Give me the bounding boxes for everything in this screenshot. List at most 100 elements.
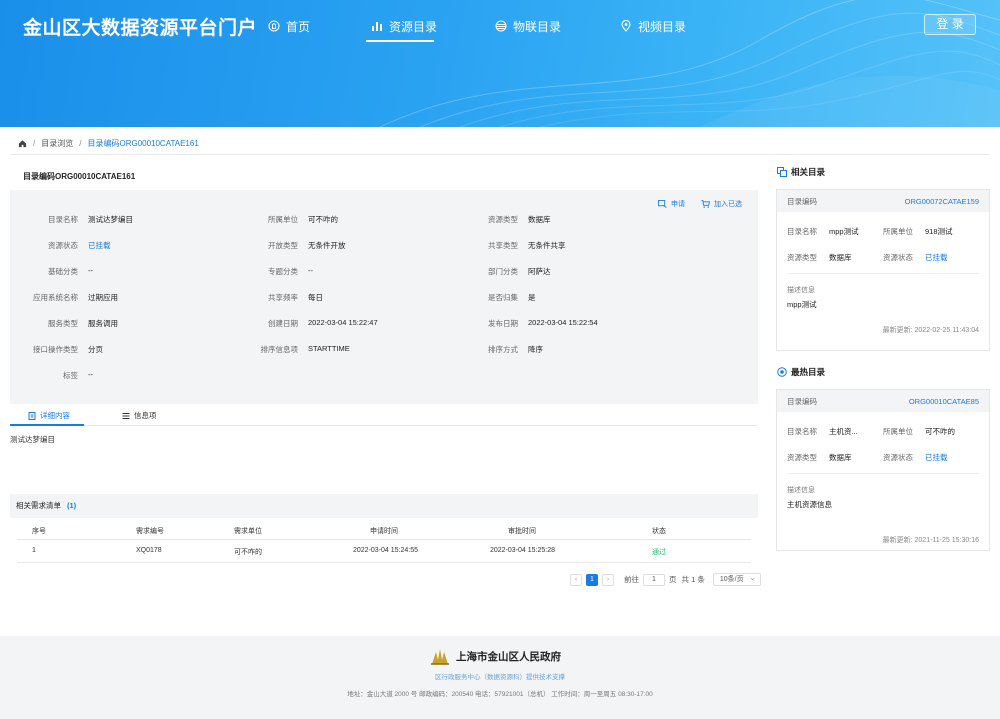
hot-catalog-title: 最热目录 — [777, 366, 825, 378]
column-header: 序号 — [32, 528, 46, 535]
breadcrumb-current: 目录编码ORG00010CATAE161 — [87, 139, 199, 148]
demand-table-header: 序号 需求编号 需求单位 申请时间 审批时间 状态 — [17, 520, 751, 540]
nav-resource-catalog[interactable]: 资源目录 — [371, 16, 437, 36]
header-banner: 金山区大数据资源平台门户 首页 资源目录 物联目录 视频目录 登 录 — [0, 0, 1000, 127]
field-value: 已挂载 — [925, 453, 948, 462]
field-label: 共享频率 — [268, 293, 298, 302]
footer-logo-row: 上海市金山区人民政府 — [430, 646, 561, 666]
page-size-select[interactable]: 10条/页 — [712, 572, 761, 586]
nav-home[interactable]: 首页 — [268, 16, 310, 36]
list-icon — [122, 412, 130, 419]
table-row[interactable]: 1 XQ0178 可不咋的 2022-03-04 15:24:55 2022-0… — [17, 541, 751, 563]
field-value: 2022-03-04 15:22:54 — [528, 318, 598, 327]
field-topic-category: 专题分类 -- — [240, 266, 313, 277]
field-label: 排序方式 — [488, 345, 518, 354]
field-label: 发布日期 — [488, 319, 518, 328]
field-value: 服务调用 — [88, 319, 118, 328]
nav-resource-label: 资源目录 — [389, 19, 438, 34]
field-sort-item: 排序信息项 STARTTIME — [240, 344, 350, 355]
field-created-date: 创建日期 2022-03-04 15:22:47 — [240, 318, 378, 329]
updated-time: 最新更新: 2021-11-25 15:30:16 — [882, 537, 979, 544]
field-label: 资源状态 — [48, 241, 78, 250]
column-header: 需求单位 — [234, 528, 262, 535]
field-label: 共享类型 — [488, 241, 518, 250]
card-field: 所属单位 可不咋的 — [883, 426, 955, 437]
catalog-code-link[interactable]: ORG00072CATAE159 — [905, 197, 979, 206]
card-field: 所属单位 918测试 — [883, 226, 953, 237]
tab-detail-label: 详细内容 — [40, 411, 70, 420]
card-field: 目录名称 mpp测试 — [787, 226, 859, 237]
apply-button[interactable]: 申请 — [658, 199, 685, 209]
field-label: 目录名称 — [48, 215, 78, 224]
nav-video-label: 视频目录 — [638, 19, 687, 34]
site-title: 金山区大数据资源平台门户 — [23, 18, 258, 39]
desc-value: mpp测试 — [787, 300, 817, 309]
nav-iot-catalog[interactable]: 物联目录 — [495, 16, 561, 36]
field-dept-category: 部门分类 阿萨达 — [460, 266, 551, 277]
field-label: 标签 — [63, 371, 78, 380]
field-sort-order: 排序方式 降序 — [460, 344, 543, 355]
code-label: 目录编码 — [787, 396, 817, 406]
tab-info-items[interactable]: 信息项 — [122, 410, 157, 421]
cell-demand-id: XQ0178 — [136, 547, 162, 554]
prev-page-button[interactable]: ‹ — [570, 573, 582, 586]
field-operation-type: 接口操作类型 分页 — [20, 344, 103, 355]
field-label: 专题分类 — [268, 267, 298, 276]
card-divider — [787, 473, 979, 474]
catalog-code-link[interactable]: ORG00010CATAE85 — [909, 397, 979, 406]
breadcrumb: / 目录浏览 / 目录编码ORG00010CATAE161 — [18, 138, 199, 149]
document-icon — [28, 411, 36, 420]
field-value: 测试达梦编目 — [88, 215, 133, 224]
field-label: 开放类型 — [268, 241, 298, 250]
field-value: 918测试 — [925, 227, 953, 236]
next-page-button[interactable]: › — [602, 573, 614, 586]
nav-video-catalog[interactable]: 视频目录 — [620, 16, 686, 36]
field-label: 排序信息项 — [260, 345, 299, 354]
breadcrumb-catalog-browse[interactable]: 目录浏览 — [41, 138, 73, 149]
demand-list-header: 相关需求清单 (1) — [10, 494, 758, 518]
related-icon — [777, 167, 787, 177]
bar-chart-icon — [372, 22, 382, 31]
breadcrumb-divider — [10, 154, 990, 155]
home-icon[interactable] — [18, 139, 27, 148]
layers-icon — [495, 20, 507, 32]
field-app-system: 应用系统名称 过期应用 — [20, 292, 118, 303]
tab-active-underline — [10, 424, 84, 426]
field-value: -- — [88, 266, 93, 275]
desc-value: 主机资源信息 — [787, 500, 832, 509]
related-catalog-card[interactable]: 目录编码 ORG00072CATAE159 目录名称 mpp测试 所属单位 918测试… — [776, 189, 990, 351]
goto-page-input[interactable]: 1 — [643, 573, 665, 586]
field-label: 资源类型 — [787, 253, 817, 262]
field-value: 可不咋的 — [925, 427, 955, 436]
login-button[interactable]: 登 录 — [924, 14, 976, 35]
demand-list-title: 相关需求清单 — [16, 501, 61, 510]
cell-demand-unit: 可不咋的 — [234, 549, 262, 556]
status-link[interactable]: 已挂载 — [88, 240, 111, 251]
cell-index: 1 — [32, 547, 36, 554]
card-field: 资源状态 已挂载 — [883, 252, 948, 263]
tab-detail-content[interactable]: 详细内容 — [28, 410, 70, 421]
demand-count: (1) — [67, 501, 77, 510]
field-label: 资源类型 — [488, 215, 518, 224]
apply-icon — [658, 200, 667, 208]
hot-catalog-card[interactable]: 目录编码 ORG00010CATAE85 目录名称 主机资... 所属单位 可不咋的 … — [776, 389, 990, 551]
column-header: 申请时间 — [370, 528, 398, 535]
card-header: 目录编码 ORG00010CATAE85 — [777, 390, 989, 412]
add-to-selected-button[interactable]: 加入已选 — [701, 199, 742, 209]
field-value: 已挂载 — [925, 253, 948, 262]
field-value: 每日 — [308, 293, 323, 302]
field-label: 是否归集 — [488, 293, 518, 302]
field-unit: 所属单位 可不咋的 — [240, 214, 338, 225]
card-field: 资源状态 已挂载 — [883, 452, 948, 463]
field-label: 基础分类 — [48, 267, 78, 276]
cart-icon — [701, 200, 710, 208]
field-label: 应用系统名称 — [33, 293, 78, 302]
tab-info-label: 信息项 — [134, 411, 157, 420]
field-value: 无条件共享 — [528, 241, 566, 250]
field-published-date: 发布日期 2022-03-04 15:22:54 — [460, 318, 598, 329]
current-page-button[interactable]: 1 — [586, 573, 598, 586]
column-header: 需求编号 — [136, 528, 164, 535]
desc-label: 描述信息 — [787, 287, 815, 294]
field-label: 服务类型 — [48, 319, 78, 328]
field-collected: 是否归集 是 — [460, 292, 536, 303]
